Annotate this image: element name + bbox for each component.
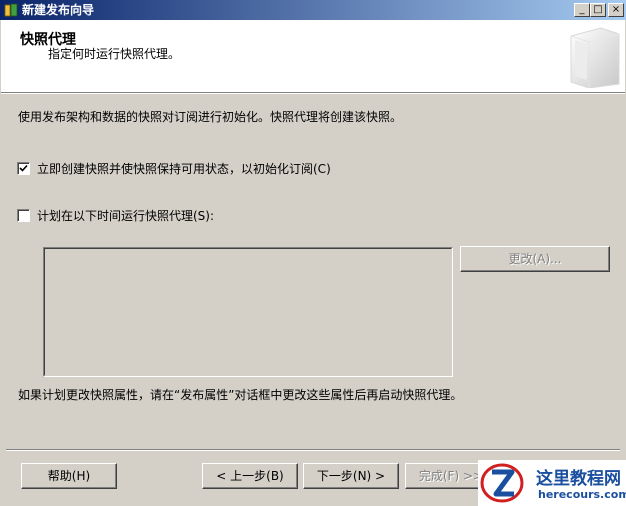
header-divider [1, 93, 625, 94]
create-snapshot-label[interactable]: 立即创建快照并使快照保持可用状态，以初始化订阅(C) [37, 160, 331, 177]
minimize-button[interactable]: _ [574, 3, 590, 17]
maximize-button[interactable]: □ [590, 3, 606, 17]
description-text: 使用发布架构和数据的快照对订阅进行初始化。快照代理将创建该快照。 [18, 110, 403, 124]
checkmark-icon [19, 164, 28, 172]
back-button[interactable]: < 上一步(B) [202, 463, 298, 489]
site-logo-icon [480, 463, 524, 503]
app-icon [4, 3, 18, 17]
schedule-checkbox[interactable] [17, 209, 30, 222]
window-title: 新建发布向导 [22, 3, 95, 17]
schedule-display-box [43, 247, 453, 377]
title-bar: 新建发布向导 _ □ × [0, 0, 626, 20]
site-watermark: 这里教程网 herecours.com [478, 460, 626, 506]
note-text: 如果计划更改快照属性，请在“发布属性”对话框中更改这些属性后再启动快照代理。 [18, 388, 463, 402]
close-button[interactable]: × [608, 3, 624, 17]
create-snapshot-checkbox[interactable] [17, 162, 30, 175]
next-button[interactable]: 下一步(N) > [303, 463, 399, 489]
page-subtitle: 指定何时运行快照代理。 [48, 47, 181, 61]
wizard-header: 快照代理 指定何时运行快照代理。 [1, 20, 625, 93]
help-button[interactable]: 帮助(H) [21, 463, 117, 489]
schedule-label[interactable]: 计划在以下时间运行快照代理(S): [37, 207, 214, 224]
watermark-url: herecours.com [538, 488, 626, 501]
book-icon [570, 27, 620, 88]
watermark-title: 这里教程网 [536, 469, 621, 489]
change-schedule-button[interactable]: 更改(A)... [460, 246, 610, 272]
schedule-option[interactable]: 计划在以下时间运行快照代理(S): [17, 207, 214, 224]
create-snapshot-option[interactable]: 立即创建快照并使快照保持可用状态，以初始化订阅(C) [17, 160, 331, 177]
